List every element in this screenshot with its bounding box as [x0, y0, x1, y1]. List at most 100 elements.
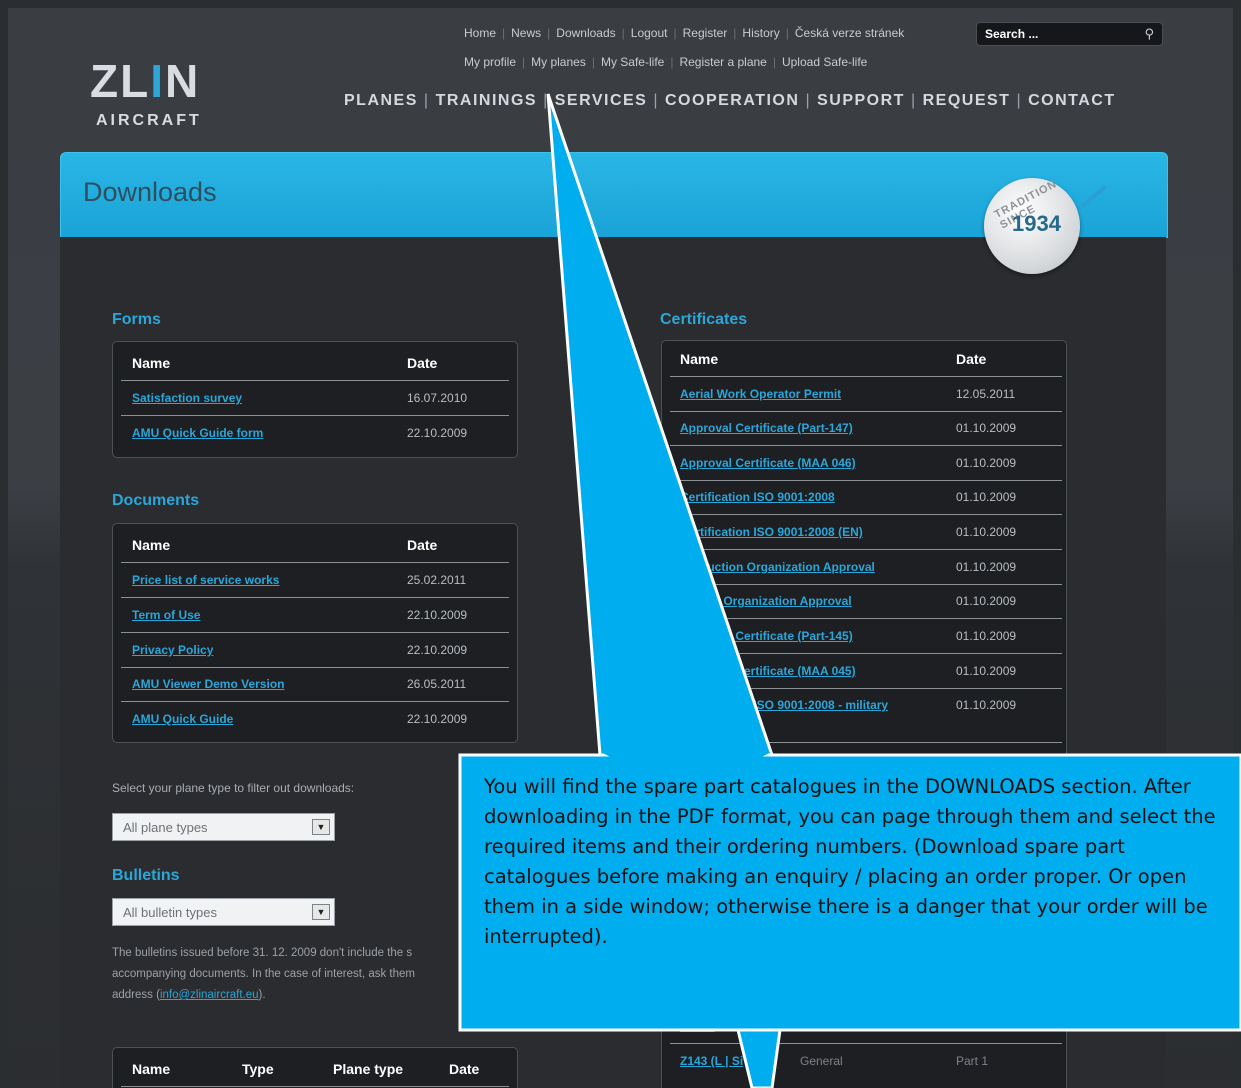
- download-link[interactable]: Approval Certificate (MAA 046): [680, 456, 856, 470]
- divider: |: [543, 92, 549, 109]
- row-date: 22.10.2009: [407, 426, 468, 440]
- row-date: 25.02.2011: [407, 573, 467, 587]
- link-news[interactable]: News: [511, 26, 541, 40]
- documents-table: Name Date Price list of service works 25…: [112, 523, 518, 743]
- col-date: Date: [449, 1061, 480, 1077]
- download-link[interactable]: AMU Quick Guide form: [132, 426, 263, 440]
- divider: |: [910, 92, 917, 109]
- link-downloads[interactable]: Downloads: [556, 26, 615, 40]
- link-history[interactable]: History: [742, 26, 779, 40]
- nav-cooperation[interactable]: COOPERATION: [665, 92, 799, 109]
- row-part: Part 1: [956, 1054, 989, 1068]
- download-link[interactable]: Certification ISO 9001:2008 - military: [680, 698, 888, 712]
- documents-title: Documents: [112, 492, 200, 509]
- bulletins-title: Bulletins: [112, 867, 180, 884]
- download-link[interactable]: Certification ISO 9001:2008 (EN): [680, 525, 863, 539]
- nav-services[interactable]: SERVICES: [555, 92, 648, 109]
- bulletin-type-select[interactable]: All bulletin types ▼: [112, 898, 335, 926]
- plane-type-value: All plane types: [123, 820, 208, 835]
- table-header: Name Date: [121, 528, 509, 563]
- row-date: 01.10.2009: [956, 698, 1017, 712]
- row-date: 01.10.2009: [956, 629, 1017, 643]
- col-name: Name: [680, 351, 719, 367]
- table-row: Term of Use 22.10.2009: [121, 598, 509, 633]
- download-link[interactable]: Privacy Policy: [132, 643, 213, 657]
- col-date: Date: [407, 355, 438, 371]
- col-type: Type: [242, 1061, 274, 1077]
- link-czech-version[interactable]: Česká verze stránek: [795, 26, 904, 40]
- divider: |: [591, 55, 595, 69]
- search-icon[interactable]: ⚲: [1144, 26, 1154, 42]
- download-link[interactable]: AMU Viewer Demo Version: [132, 677, 285, 691]
- divider: |: [805, 92, 812, 109]
- row-date: 01.10.2009: [956, 664, 1017, 678]
- note-line: address (info@zlinaircraft.eu).: [112, 985, 415, 1006]
- table-row: Privacy Policy 22.10.2009: [121, 633, 509, 668]
- table-row: AMU Quick Guide form 22.10.2009: [121, 416, 509, 450]
- chevron-down-icon[interactable]: ▼: [312, 904, 330, 920]
- col-date: Date: [956, 351, 987, 367]
- nav-contact[interactable]: CONTACT: [1028, 92, 1116, 109]
- link-register[interactable]: Register: [683, 26, 728, 40]
- download-link[interactable]: Approval Certificate (Part-145): [680, 629, 853, 643]
- download-link[interactable]: AMU Quick Guide: [132, 712, 233, 726]
- download-link[interactable]: Z143 (L | Si: [680, 1054, 743, 1068]
- row-date: 01.10.2009: [956, 560, 1017, 574]
- divider: |: [673, 26, 677, 40]
- nav-trainings[interactable]: TRAININGS: [436, 92, 538, 109]
- logo-letter: L: [120, 55, 151, 107]
- callout-text: You will find the spare part catalogues …: [484, 775, 1216, 948]
- logo-letter: N: [165, 55, 201, 107]
- email-link[interactable]: info@zlinaircraft.eu: [160, 989, 259, 1001]
- divider: |: [1016, 92, 1023, 109]
- table-header: Name Date: [670, 342, 1062, 377]
- row-date: 01.10.2009: [956, 594, 1017, 608]
- link-my-planes[interactable]: My planes: [531, 55, 586, 69]
- download-link[interactable]: Approval Certificate (Part-147): [680, 421, 853, 435]
- note-line: The bulletins issued before 31. 12. 2009…: [112, 947, 413, 959]
- nav-support[interactable]: SUPPORT: [817, 92, 905, 109]
- row-type: General: [800, 1054, 843, 1068]
- nav-request[interactable]: REQUEST: [923, 92, 1011, 109]
- divider: |: [621, 26, 625, 40]
- table-row: Aerial Work Operator Permit 12.05.2011: [670, 377, 1062, 412]
- nav-planes[interactable]: PLANES: [344, 92, 418, 109]
- download-link[interactable]: Design Organization Approval: [680, 594, 852, 608]
- download-link[interactable]: Certification ISO 9001:2008: [680, 490, 835, 504]
- row-date: 01.10.2009: [956, 421, 1017, 435]
- plane-type-select[interactable]: All plane types ▼: [112, 813, 335, 841]
- note-text: ).: [258, 989, 266, 1001]
- row-date: 22.10.2009: [407, 643, 468, 657]
- table-row: Production Organization Approval 01.10.20…: [670, 550, 1062, 585]
- download-link[interactable]: Price list of service works: [132, 573, 279, 587]
- row-date: 12.05.2011: [956, 387, 1016, 401]
- row-date: 22.10.2009: [407, 712, 468, 726]
- table-row: Certification ISO 9001:2008 (EN) 01.10.20…: [670, 515, 1062, 550]
- link-home[interactable]: Home: [464, 26, 496, 40]
- link-register-plane[interactable]: Register a plane: [679, 55, 766, 69]
- download-link[interactable]: Aerial Work Operator Permit: [680, 387, 841, 401]
- link-my-safe-life[interactable]: My Safe-life: [601, 55, 664, 69]
- note-line: accompanying documents. In the case of i…: [112, 968, 415, 980]
- row-date: 01.10.2009: [956, 490, 1017, 504]
- logo-letter-accent: I: [150, 55, 165, 107]
- table-row: Certification ISO 9001:2008 - military 01…: [670, 688, 1062, 743]
- link-my-profile[interactable]: My profile: [464, 55, 516, 69]
- forms-table: Name Date Satisfaction survey 16.07.2010…: [112, 341, 518, 458]
- divider: |: [653, 92, 659, 109]
- download-link[interactable]: Term of Use: [132, 608, 200, 622]
- search-input[interactable]: [985, 26, 1135, 42]
- table-row: Approval Certificate (MAA 046) 01.10.2009: [670, 446, 1062, 481]
- download-link[interactable]: Production Organization Approval: [680, 560, 875, 574]
- chevron-down-icon[interactable]: ▼: [312, 819, 330, 835]
- link-upload-safe-life[interactable]: Upload Safe-life: [782, 55, 867, 69]
- account-links: My profile | My planes | My Safe-life | Regist…: [464, 55, 867, 69]
- link-logout[interactable]: Logout: [631, 26, 668, 40]
- download-link[interactable]: Approval Certificate (MAA 045): [680, 664, 856, 678]
- table-row: AMU Viewer Demo Version 26.05.2011: [121, 667, 509, 702]
- main-nav: PLANES | TRAININGS | SERVICES | COOPERATION | SU…: [344, 92, 1116, 110]
- zlin-logo[interactable]: ZLIN AIRCRAFT: [90, 46, 230, 136]
- filter-label: Select your plane type to filter out dow…: [112, 781, 355, 795]
- table-row: Approval Certificate (Part-147) 01.10.200…: [670, 411, 1062, 446]
- download-link[interactable]: Satisfaction survey: [132, 391, 242, 405]
